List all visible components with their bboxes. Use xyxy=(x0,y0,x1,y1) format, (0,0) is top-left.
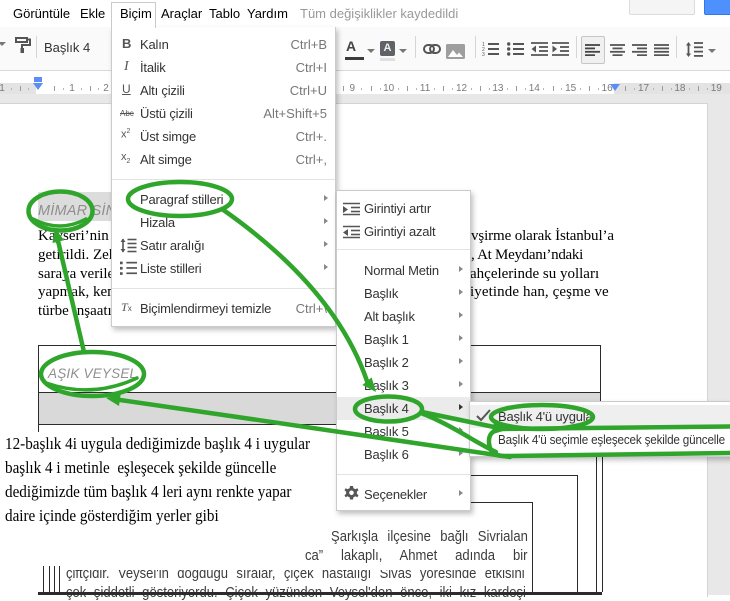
svg-text:3: 3 xyxy=(482,52,485,56)
